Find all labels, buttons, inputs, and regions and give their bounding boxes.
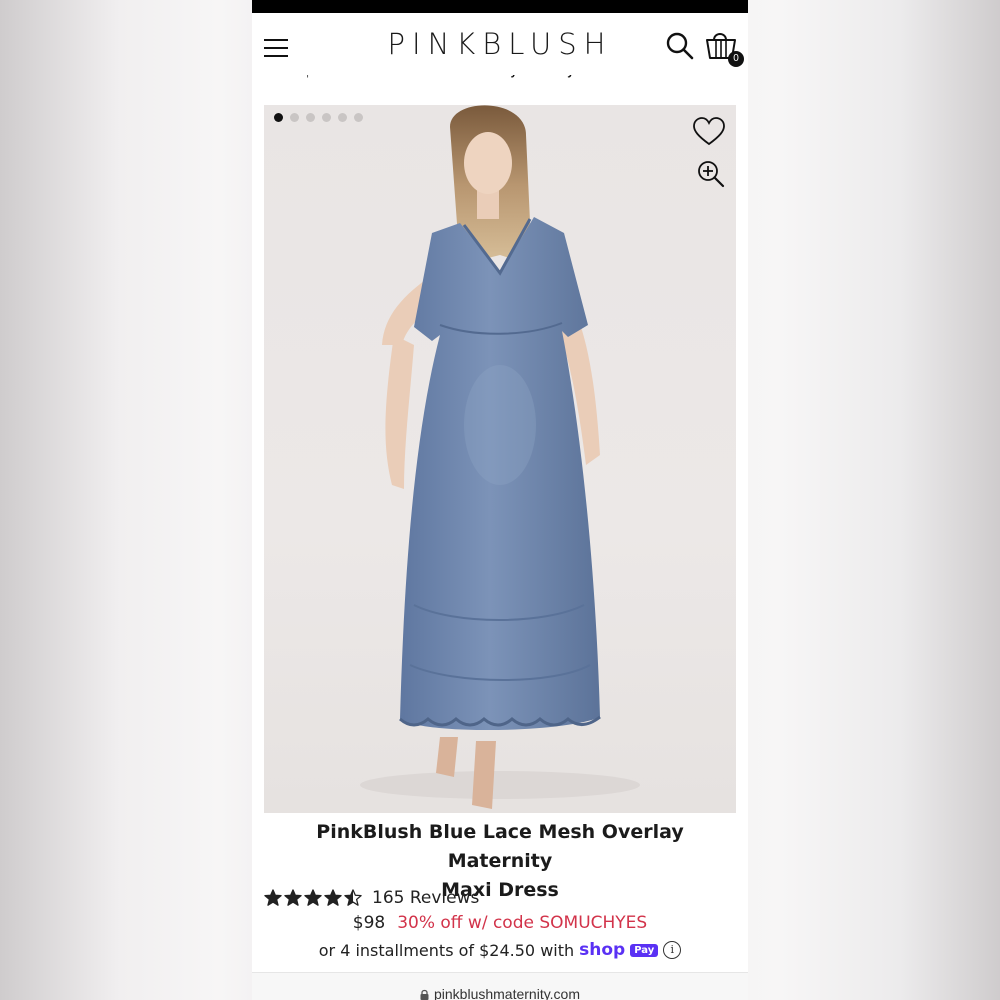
price-line: $98 30% off w/ code SOMUCHYES [252, 913, 748, 933]
status-bar [252, 0, 748, 13]
product-title-line1: PinkBlush Blue Lace Mesh Overlay Materni… [316, 821, 684, 872]
star-icon [344, 889, 362, 906]
info-icon[interactable]: i [663, 941, 682, 959]
star-icon [324, 889, 342, 906]
gallery-dot[interactable] [338, 113, 347, 122]
shop-pay-badge: Pay [630, 943, 659, 957]
promo-text: 30% off w/ code SOMUCHYES [397, 913, 648, 933]
gallery-dot[interactable] [322, 113, 331, 122]
mobile-browser-screen: PINKBLUSH 0 Home|PinkBlush Blue Lace Mes… [252, 0, 748, 1000]
heart-icon[interactable] [692, 117, 726, 147]
gallery-dot[interactable] [290, 113, 299, 122]
search-icon[interactable] [665, 31, 695, 61]
url-text: pinkblushmaternity.com [433, 986, 581, 1000]
star-icon [304, 889, 322, 906]
review-count-link[interactable]: 165 Reviews [372, 888, 479, 908]
gallery-dots [274, 113, 363, 123]
gallery-dot[interactable] [354, 113, 363, 122]
gallery-dot[interactable] [306, 113, 315, 122]
star-icon [284, 889, 302, 906]
price: $98 [352, 913, 386, 933]
site-header: PINKBLUSH 0 [252, 13, 748, 75]
product-image[interactable] [264, 105, 736, 813]
cart-count-badge: 0 [728, 51, 744, 67]
browser-url-bar[interactable]: pinkblushmaternity.com [252, 972, 748, 1000]
model-in-dress-photo [360, 105, 640, 809]
star-icon [264, 889, 282, 906]
installments-text: or 4 installments of $24.50 with [318, 940, 575, 960]
shop-pay-logo: shop [579, 940, 626, 960]
rating-row[interactable]: 165 Reviews [264, 886, 479, 910]
star-rating [264, 889, 362, 907]
cart-button[interactable]: 0 [704, 30, 744, 70]
lock-icon [420, 989, 429, 1000]
zoom-in-icon[interactable] [696, 159, 726, 189]
url-display: pinkblushmaternity.com [252, 986, 748, 1000]
gallery-dot[interactable] [274, 113, 283, 122]
installments-line: or 4 installments of $24.50 with shop Pa… [252, 940, 748, 960]
